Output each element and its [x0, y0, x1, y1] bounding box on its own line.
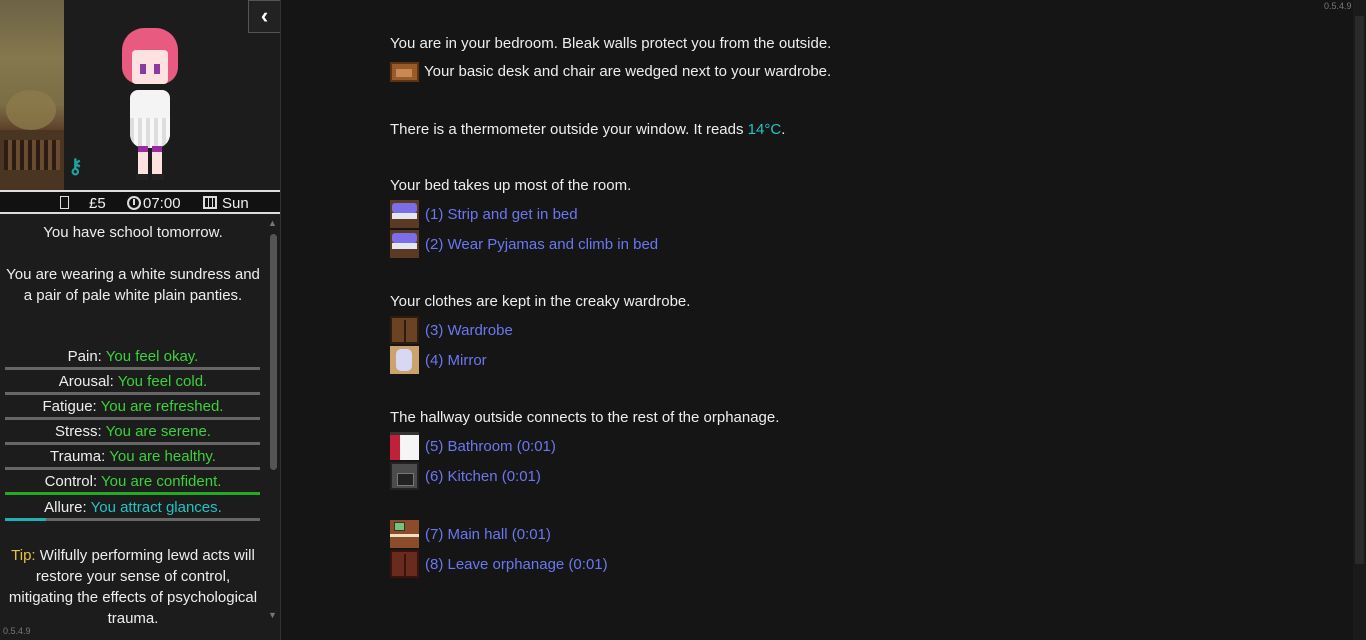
stat-bar — [5, 392, 260, 395]
door-icon — [390, 550, 419, 578]
link-pyjamas-bed[interactable]: (2) Wear Pyjamas and climb in bed — [390, 230, 658, 258]
stat-value: You attract glances. — [90, 499, 222, 516]
main-hall-link[interactable]: (7) Main hall (0:01) — [425, 526, 551, 543]
stat-bar — [5, 492, 260, 495]
orphanage-background-art — [0, 0, 64, 190]
stat-bar — [5, 467, 260, 470]
link-main-hall[interactable]: (7) Main hall (0:01) — [390, 520, 551, 548]
time-display: 07:00 — [143, 195, 181, 212]
main-hall-icon — [390, 520, 419, 548]
calendar-icon — [203, 196, 217, 209]
chevron-left-icon: ‹ — [260, 3, 269, 28]
version-label: 0.5.4.9 — [1324, 1, 1352, 11]
link-leave-orphanage[interactable]: (8) Leave orphanage (0:01) — [390, 550, 608, 578]
stat-value: You are serene. — [105, 423, 211, 440]
stat-label: Allure: — [44, 499, 87, 516]
strip-bed-link[interactable]: (1) Strip and get in bed — [425, 206, 578, 223]
stat-bar — [5, 442, 260, 445]
link-mirror[interactable]: (4) Mirror — [390, 346, 487, 374]
wardrobe-link[interactable]: (3) Wardrobe — [425, 322, 513, 339]
stat-label: Fatigue: — [42, 398, 97, 415]
stat-label: Arousal: — [58, 373, 114, 390]
scrollbar-thumb[interactable] — [270, 234, 277, 470]
stat-fatigue: Fatigue: You are refreshed. — [5, 398, 261, 423]
bed-icon — [390, 200, 419, 228]
desk-description: Your basic desk and chair are wedged nex… — [390, 62, 831, 82]
collapse-sidebar-button[interactable]: ‹ — [248, 0, 280, 33]
link-kitchen[interactable]: (6) Kitchen (0:01) — [390, 462, 541, 490]
stat-trauma: Trauma: You are healthy. — [5, 448, 261, 473]
stat-value: You feel okay. — [105, 348, 199, 365]
version-label: 0.5.4.9 — [3, 626, 31, 636]
sidebar-scrollbar[interactable]: ▲ ▼ — [266, 216, 280, 626]
phone-icon[interactable] — [60, 196, 69, 209]
leave-orphanage-link[interactable]: (8) Leave orphanage (0:01) — [425, 556, 608, 573]
stat-label: Pain: — [67, 348, 102, 365]
bed-icon — [390, 230, 419, 258]
scrollbar-thumb[interactable] — [1355, 16, 1364, 564]
stat-stress: Stress: You are serene. — [5, 423, 261, 448]
stat-value: You are confident. — [101, 473, 222, 490]
bathroom-icon — [390, 432, 419, 460]
room-intro: You are in your bedroom. Bleak walls pro… — [390, 35, 832, 52]
scroll-down-icon[interactable]: ▼ — [268, 610, 277, 620]
sidebar: ⚷ ‹ £5 07:00 Sun You have school tomorro… — [0, 0, 281, 640]
stat-bar — [5, 518, 260, 521]
tip-text: Tip: Wilfully performing lewd acts will … — [5, 545, 261, 629]
wardrobe-icon — [390, 316, 419, 344]
stat-bar — [5, 367, 260, 370]
character-scene: ⚷ ‹ — [0, 0, 280, 190]
clock-icon — [127, 196, 141, 210]
link-wardrobe[interactable]: (3) Wardrobe — [390, 316, 513, 344]
kitchen-link[interactable]: (6) Kitchen (0:01) — [425, 468, 541, 485]
clothing-note: You are wearing a white sundress and a p… — [6, 266, 260, 304]
kitchen-icon — [390, 462, 419, 490]
stat-value: You feel cold. — [117, 373, 208, 390]
mirror-link[interactable]: (4) Mirror — [425, 352, 487, 369]
school-note: You have school tomorrow. — [43, 224, 223, 241]
key-icon: ⚷ — [68, 156, 83, 178]
money-display: £5 — [89, 195, 106, 212]
sidebar-text: You have school tomorrow. You are wearin… — [0, 216, 266, 640]
stat-allure: Allure: You attract glances. — [5, 499, 261, 524]
day-display: Sun — [222, 195, 249, 212]
link-strip-bed[interactable]: (1) Strip and get in bed — [390, 200, 578, 228]
stat-arousal: Arousal: You feel cold. — [5, 373, 261, 398]
thermometer-line: There is a thermometer outside your wind… — [390, 121, 786, 138]
scroll-up-icon[interactable]: ▲ — [268, 218, 277, 228]
bathroom-link[interactable]: (5) Bathroom (0:01) — [425, 438, 556, 455]
link-bathroom[interactable]: (5) Bathroom (0:01) — [390, 432, 556, 460]
main-scrollbar[interactable] — [1353, 0, 1366, 640]
desk-icon — [390, 62, 419, 82]
temperature-value: 14°C — [747, 121, 782, 138]
stat-value: You are healthy. — [109, 448, 216, 465]
tip-label: Tip: — [11, 547, 36, 564]
stat-label: Trauma: — [50, 448, 106, 465]
stat-value: You are refreshed. — [100, 398, 224, 415]
stat-label: Stress: — [55, 423, 102, 440]
stat-bar — [5, 417, 260, 420]
bed-description: Your bed takes up most of the room. — [390, 177, 632, 194]
stat-control: Control: You are confident. — [5, 473, 261, 498]
clothes-description: Your clothes are kept in the creaky ward… — [390, 293, 691, 310]
player-avatar — [118, 28, 180, 184]
passage-area: You are in your bedroom. Bleak walls pro… — [281, 0, 1353, 640]
status-bar: £5 07:00 Sun — [0, 190, 280, 214]
pyjamas-bed-link[interactable]: (2) Wear Pyjamas and climb in bed — [425, 236, 658, 253]
hallway-description: The hallway outside connects to the rest… — [390, 409, 780, 426]
tip-body: Wilfully performing lewd acts will resto… — [8, 547, 258, 627]
stat-label: Control: — [44, 473, 98, 490]
stat-pain: Pain: You feel okay. — [5, 348, 261, 373]
mirror-icon — [390, 346, 419, 374]
